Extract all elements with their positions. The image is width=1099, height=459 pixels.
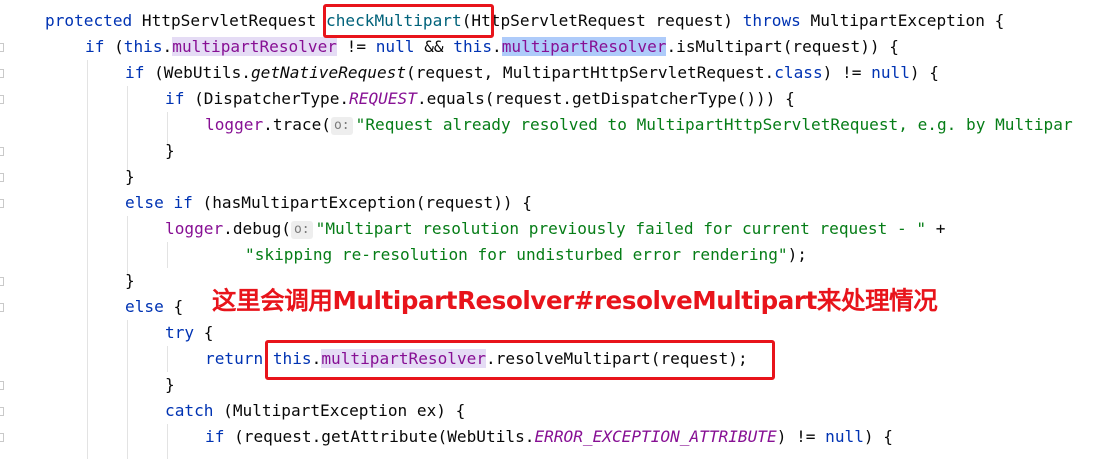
code-text: ) != bbox=[822, 63, 872, 82]
fold-marker-icon[interactable] bbox=[0, 381, 4, 390]
code-text: (DispatcherType. bbox=[184, 89, 350, 108]
keyword: class bbox=[774, 63, 823, 82]
fold-marker-icon[interactable] bbox=[0, 43, 4, 52]
keyword: try bbox=[165, 323, 195, 342]
keyword: this bbox=[453, 37, 493, 56]
code-line-2[interactable]: if (this.multipartResolver != null && th… bbox=[85, 34, 899, 60]
code-text: .trace( bbox=[263, 115, 331, 134]
static-field: REQUEST bbox=[349, 89, 417, 108]
code-text: . bbox=[162, 37, 173, 56]
code-text: ( bbox=[104, 37, 124, 56]
fold-marker-icon[interactable] bbox=[0, 277, 4, 286]
keyword: null bbox=[375, 37, 415, 56]
code-text: && bbox=[414, 37, 454, 56]
fold-marker-icon[interactable] bbox=[0, 303, 4, 312]
code-text: (hasMultipartException(request)) { bbox=[192, 193, 532, 212]
code-text: } bbox=[125, 271, 135, 290]
keyword: if bbox=[125, 63, 145, 82]
code-text: .debug( bbox=[223, 219, 291, 238]
keyword: null bbox=[871, 63, 910, 82]
code-text: { bbox=[194, 323, 214, 342]
code-line-7[interactable]: } bbox=[125, 164, 135, 190]
annotation-text: 这里会调用MultipartResolver#resolveMultipart来… bbox=[212, 286, 938, 315]
field-reference-highlighted: multipartResolver bbox=[501, 37, 667, 56]
field-reference: multipartResolver bbox=[172, 37, 337, 56]
indent-guide bbox=[167, 346, 168, 372]
code-text: (request, MultipartHttpServletRequest. bbox=[406, 63, 775, 82]
code-text: . bbox=[492, 37, 502, 56]
code-line-5[interactable]: logger.trace(o: "Request already resolved… bbox=[205, 112, 1073, 138]
string-literal: "Multipart resolution previously failed … bbox=[315, 219, 927, 238]
code-text: ) != bbox=[776, 427, 826, 446]
code-line-1[interactable]: protected HttpServletRequest checkMultip… bbox=[45, 8, 1004, 34]
highlight-box-check-multipart bbox=[323, 4, 494, 38]
code-text: ); bbox=[787, 245, 807, 264]
fold-marker-icon[interactable] bbox=[0, 407, 4, 416]
keyword: return bbox=[205, 349, 264, 368]
code-line-9[interactable]: logger.debug(o: "Multipart resolution pre… bbox=[165, 216, 945, 242]
code-text: (WebUtils. bbox=[144, 63, 251, 82]
code-text: { bbox=[163, 297, 184, 316]
keyword: else bbox=[125, 297, 164, 316]
indent-guide bbox=[127, 216, 128, 276]
code-text: MultipartException { bbox=[800, 11, 1005, 30]
fold-marker-icon[interactable] bbox=[0, 173, 4, 182]
string-literal: "skipping re-resolution for undisturbed … bbox=[245, 245, 788, 264]
code-line-4[interactable]: if (DispatcherType.REQUEST.equals(reques… bbox=[165, 86, 795, 112]
keyword: catch bbox=[165, 401, 214, 420]
keyword: if bbox=[165, 89, 185, 108]
indent-guide bbox=[127, 320, 128, 459]
indent-guide bbox=[167, 242, 168, 268]
fold-marker-icon[interactable] bbox=[0, 147, 4, 156]
highlight-box-resolve-multipart bbox=[265, 340, 775, 380]
keyword: protected bbox=[45, 11, 133, 30]
indent-guide bbox=[87, 60, 88, 459]
code-text: (HttpServletRequest request) bbox=[461, 11, 743, 30]
fold-marker-icon[interactable] bbox=[0, 433, 4, 442]
code-line-16[interactable]: catch (MultipartException ex) { bbox=[165, 398, 465, 424]
code-text: (request.getAttribute(WebUtils. bbox=[224, 427, 535, 446]
parameter-hint: o: bbox=[290, 221, 313, 239]
code-text: .equals(request.getDispatcherType())) { bbox=[416, 89, 795, 108]
static-field: ERROR_EXCEPTION_ATTRIBUTE bbox=[534, 427, 777, 446]
code-line-10[interactable]: "skipping re-resolution for undisturbed … bbox=[245, 242, 807, 268]
code-text: ) { bbox=[909, 63, 939, 82]
keyword: if bbox=[205, 427, 225, 446]
fold-marker-icon[interactable] bbox=[0, 95, 4, 104]
field-reference: logger bbox=[165, 219, 224, 238]
keyword: if bbox=[173, 193, 193, 212]
keyword: this bbox=[123, 37, 163, 56]
code-text: } bbox=[165, 141, 175, 160]
code-text: .isMultipart(request)) { bbox=[666, 37, 899, 56]
fold-marker-icon[interactable] bbox=[0, 69, 4, 78]
code-text: (MultipartException ex) { bbox=[213, 401, 466, 420]
indent-guide bbox=[167, 424, 168, 459]
keyword: throws bbox=[742, 11, 801, 30]
indent-guide bbox=[127, 86, 128, 172]
parameter-hint: o: bbox=[330, 117, 353, 135]
code-line-13[interactable]: try { bbox=[165, 320, 213, 346]
code-text: ) { bbox=[863, 427, 893, 446]
code-text: HttpServletRequest bbox=[141, 11, 327, 30]
editor-gutter bbox=[0, 0, 12, 459]
code-text: != bbox=[336, 37, 376, 56]
code-line-17[interactable]: if (request.getAttribute(WebUtils.ERROR_… bbox=[205, 424, 893, 450]
code-line-6[interactable]: } bbox=[165, 138, 175, 164]
code-line-12[interactable]: else { bbox=[125, 294, 183, 320]
code-text: } bbox=[165, 375, 175, 394]
code-editor[interactable]: protected HttpServletRequest checkMultip… bbox=[0, 0, 1099, 459]
fold-marker-icon[interactable] bbox=[0, 199, 4, 208]
keyword: null bbox=[825, 427, 864, 446]
code-line-8[interactable]: else if (hasMultipartException(request))… bbox=[125, 190, 532, 216]
code-line-3[interactable]: if (WebUtils.getNativeRequest(request, M… bbox=[125, 60, 939, 86]
code-text: + bbox=[926, 219, 946, 238]
static-method: getNativeRequest bbox=[250, 63, 407, 82]
code-line-11[interactable]: } bbox=[125, 268, 135, 294]
keyword: if bbox=[85, 37, 105, 56]
code-line-15[interactable]: } bbox=[165, 372, 175, 398]
keyword: else bbox=[125, 193, 164, 212]
field-reference: logger bbox=[205, 115, 264, 134]
code-text: } bbox=[125, 167, 135, 186]
string-literal: "Request already resolved to MultipartHt… bbox=[355, 115, 1073, 134]
